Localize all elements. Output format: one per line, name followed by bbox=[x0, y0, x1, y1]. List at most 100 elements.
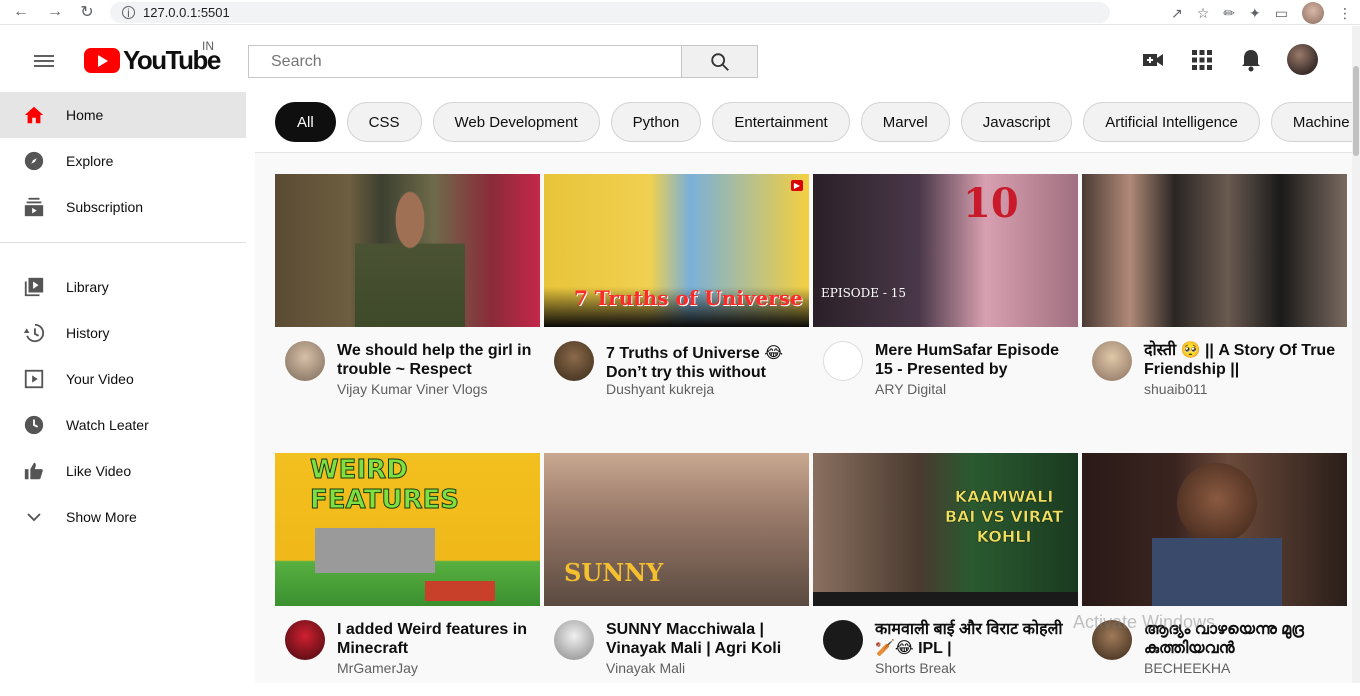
youtube-logo[interactable]: YouTube IN bbox=[84, 39, 221, 76]
sidebar-item-label: Library bbox=[66, 279, 109, 295]
history-icon bbox=[22, 321, 46, 345]
video-title[interactable]: 7 Truths of Universe 😂 Don’t try this wi… bbox=[606, 344, 801, 382]
channel-avatar[interactable] bbox=[285, 341, 325, 381]
video-title[interactable]: We should help the girl in trouble ~ Res… bbox=[337, 341, 532, 379]
channel-name[interactable]: Vijay Kumar Viner Vlogs bbox=[337, 381, 487, 397]
bookmark-star-icon[interactable]: ☆ bbox=[1197, 5, 1210, 22]
sidebar-item-home[interactable]: Home bbox=[0, 92, 246, 138]
video-card[interactable]: 10 EPISODE - 15 Mere HumSafar Episode 15… bbox=[813, 174, 1078, 417]
subscriptions-icon bbox=[22, 195, 46, 219]
video-thumbnail[interactable]: 10 EPISODE - 15 bbox=[813, 174, 1078, 327]
sidebar-item-library[interactable]: Library bbox=[0, 264, 246, 310]
chip-css[interactable]: CSS bbox=[346, 102, 422, 142]
extensions-icon[interactable]: ✦ bbox=[1249, 5, 1261, 22]
video-thumbnail[interactable] bbox=[1082, 174, 1347, 327]
video-title[interactable]: दोस्ती 🥺 || A Story Of True Friendship |… bbox=[1144, 341, 1339, 379]
browser-menu-icon[interactable]: ⋮ bbox=[1338, 5, 1352, 22]
channel-avatar[interactable] bbox=[554, 341, 594, 381]
sidebar-item-label: Your Video bbox=[66, 371, 134, 387]
channel-name[interactable]: MrGamerJay bbox=[337, 660, 418, 676]
search-icon bbox=[710, 52, 729, 71]
sidebar-item-label: Watch Leater bbox=[66, 417, 149, 433]
yt-header: YouTube IN bbox=[0, 26, 1360, 92]
sidebar-item-label: Explore bbox=[66, 153, 114, 169]
thumbnail-text: 7 Truths of Universe bbox=[574, 286, 803, 310]
channel-avatar[interactable] bbox=[823, 341, 863, 381]
channel-name[interactable]: Dushyant kukreja bbox=[606, 381, 714, 397]
sidebar-item-history[interactable]: History bbox=[0, 310, 246, 356]
channel-avatar[interactable] bbox=[1092, 341, 1132, 381]
video-thumbnail[interactable]: KAAMWALI BAI VS VIRAT KOHLI bbox=[813, 453, 1078, 606]
video-title[interactable]: I added Weird features in Minecraft bbox=[337, 620, 532, 658]
video-title[interactable]: Mere HumSafar Episode 15 - Presented by bbox=[875, 341, 1070, 379]
chip-artificial-intelligence[interactable]: Artificial Intelligence bbox=[1083, 102, 1260, 142]
chip-entertainment[interactable]: Entertainment bbox=[712, 102, 850, 142]
home-icon bbox=[22, 103, 46, 127]
create-video-icon[interactable] bbox=[1140, 47, 1166, 73]
sidebar: Home Explore Subscription Library Histor… bbox=[0, 92, 246, 683]
channel-name[interactable]: shuaib011 bbox=[1144, 381, 1208, 397]
sidebar-item-explore[interactable]: Explore bbox=[0, 138, 246, 184]
address-bar[interactable]: i 127.0.0.1:5501 bbox=[110, 2, 1110, 23]
sidebar-item-show-more[interactable]: Show More bbox=[0, 494, 246, 540]
sidebar-item-label: Like Video bbox=[66, 463, 132, 479]
sidebar-item-label: Home bbox=[66, 107, 104, 123]
scrollbar-thumb[interactable] bbox=[1353, 66, 1359, 156]
video-title[interactable]: कामवाली बाई और विराट कोहली 🏏😂 IPL | bbox=[875, 620, 1070, 658]
share-icon[interactable]: ↗ bbox=[1171, 5, 1183, 22]
channel-name[interactable]: ARY Digital bbox=[875, 381, 946, 397]
channel-name[interactable]: BECHEEKHA bbox=[1144, 660, 1230, 676]
chip-bar: All CSS Web Development Python Entertain… bbox=[255, 92, 1352, 153]
url-text: 127.0.0.1:5501 bbox=[143, 5, 230, 20]
chip-marvel[interactable]: Marvel bbox=[860, 102, 950, 142]
video-card[interactable]: We should help the girl in trouble ~ Res… bbox=[275, 174, 540, 417]
sidebar-item-label: History bbox=[66, 325, 110, 341]
video-card[interactable]: ആദ്യം വാഴയെന്നു മുദ്ര കുത്തിയവൻ BECHEEKH… bbox=[1082, 453, 1347, 696]
notifications-bell-icon[interactable] bbox=[1238, 47, 1264, 73]
sidebar-item-subscription[interactable]: Subscription bbox=[0, 184, 246, 230]
chip-python[interactable]: Python bbox=[610, 102, 702, 142]
profile-avatar-icon[interactable] bbox=[1302, 2, 1324, 24]
chip-machine[interactable]: Machine bbox=[1270, 102, 1352, 142]
channel-name[interactable]: Shorts Break bbox=[875, 660, 956, 676]
chevron-down-icon bbox=[22, 505, 46, 529]
eyedropper-icon[interactable]: ✏ bbox=[1223, 5, 1235, 22]
sidebar-item-label: Subscription bbox=[66, 199, 144, 215]
sidepanel-icon[interactable]: ▭ bbox=[1275, 5, 1288, 22]
thumbnail-text: WEIRD FEATURES bbox=[310, 455, 460, 516]
region-label: IN bbox=[202, 39, 214, 53]
sidebar-item-your-video[interactable]: Your Video bbox=[0, 356, 246, 402]
channel-avatar[interactable] bbox=[554, 620, 594, 660]
chip-web-development[interactable]: Web Development bbox=[432, 102, 600, 142]
channel-avatar[interactable] bbox=[285, 620, 325, 660]
video-thumbnail[interactable]: 7 Truths of Universe ▶ bbox=[544, 174, 809, 327]
video-card[interactable]: KAAMWALI BAI VS VIRAT KOHLI कामवाली बाई … bbox=[813, 453, 1078, 696]
info-icon[interactable]: i bbox=[122, 6, 135, 20]
scrollbar[interactable] bbox=[1352, 26, 1360, 683]
video-thumbnail[interactable] bbox=[1082, 453, 1347, 606]
video-card[interactable]: 7 Truths of Universe ▶ 7 Truths of Unive… bbox=[544, 174, 809, 417]
apps-grid-icon[interactable] bbox=[1189, 47, 1215, 73]
video-card[interactable]: SUNNY SUNNY Macchiwala | Vinayak Mali | … bbox=[544, 453, 809, 696]
forward-icon[interactable]: → bbox=[44, 1, 66, 23]
video-thumbnail[interactable]: SUNNY bbox=[544, 453, 809, 606]
compass-icon bbox=[22, 149, 46, 173]
back-icon[interactable]: ← bbox=[10, 1, 32, 23]
user-avatar[interactable] bbox=[1287, 44, 1318, 75]
channel-name[interactable]: Vinayak Mali bbox=[606, 660, 685, 676]
video-thumbnail[interactable]: WEIRD FEATURES bbox=[275, 453, 540, 606]
search-input[interactable] bbox=[248, 45, 682, 78]
reload-icon[interactable]: ↻ bbox=[76, 1, 98, 23]
sidebar-item-watch-later[interactable]: Watch Leater bbox=[0, 402, 246, 448]
channel-avatar[interactable] bbox=[823, 620, 863, 660]
video-card[interactable]: WEIRD FEATURES I added Weird features in… bbox=[275, 453, 540, 696]
thumbnail-text: KAAMWALI BAI VS VIRAT KOHLI bbox=[944, 487, 1064, 547]
sidebar-item-like-video[interactable]: Like Video bbox=[0, 448, 246, 494]
chip-all[interactable]: All bbox=[275, 102, 336, 142]
hamburger-menu-icon[interactable] bbox=[34, 55, 54, 67]
video-card[interactable]: दोस्ती 🥺 || A Story Of True Friendship |… bbox=[1082, 174, 1347, 417]
video-title[interactable]: SUNNY Macchiwala | Vinayak Mali | Agri K… bbox=[606, 620, 801, 658]
search-button[interactable] bbox=[681, 45, 758, 78]
video-thumbnail[interactable] bbox=[275, 174, 540, 327]
chip-javascript[interactable]: Javascript bbox=[960, 102, 1073, 142]
